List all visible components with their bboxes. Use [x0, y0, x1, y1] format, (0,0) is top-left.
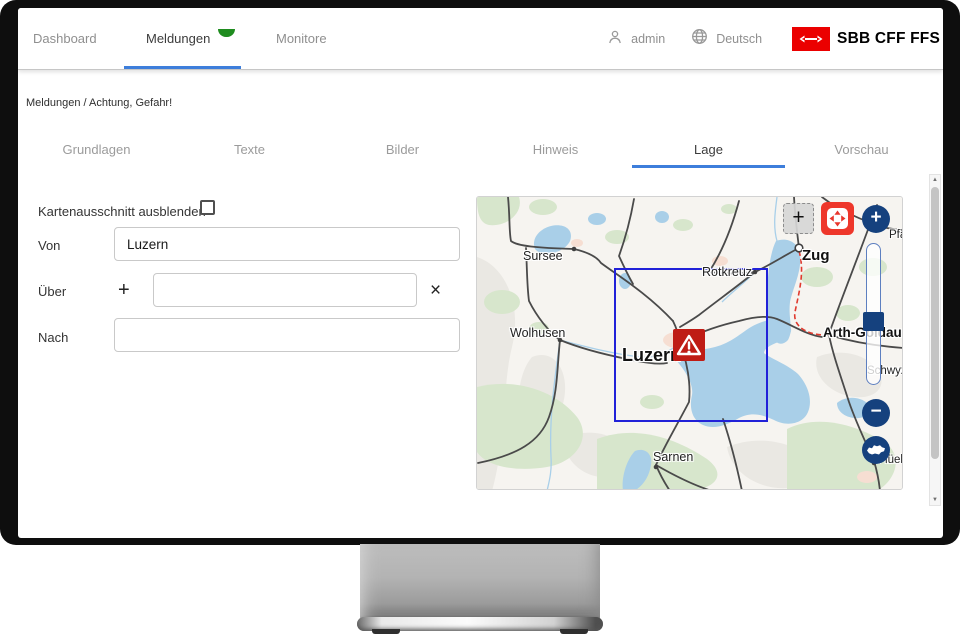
map-label-sarnen: Sarnen	[653, 450, 693, 464]
warning-marker-icon[interactable]	[673, 329, 705, 361]
monitor-foot-left	[372, 629, 400, 634]
scrollbar-down-arrow[interactable]: ▼	[930, 497, 940, 503]
clear-via-button[interactable]: ×	[430, 281, 441, 300]
switzerland-icon	[866, 443, 886, 457]
nach-input[interactable]	[114, 318, 460, 352]
add-via-button[interactable]: +	[118, 280, 130, 300]
tab-vorschau[interactable]: Vorschau	[785, 135, 938, 168]
page-scrollbar[interactable]: ▲ ▼	[929, 174, 941, 506]
tab-lage[interactable]: Lage	[632, 135, 785, 168]
zoom-out-button[interactable]: −	[862, 399, 890, 427]
monitor-bezel: Dashboard Meldungen Monitore admin Deuts…	[0, 0, 960, 545]
sbb-logo-icon	[792, 27, 830, 51]
von-label: Von	[38, 238, 60, 253]
breadcrumb: Meldungen / Achtung, Gefahr!	[26, 97, 172, 109]
top-navigation: Dashboard Meldungen Monitore admin Deuts…	[18, 8, 943, 70]
map-label-wolhusen: Wolhusen	[510, 326, 565, 340]
monitor-foot-right	[560, 629, 588, 634]
hide-map-label: Kartenausschnitt ausblenden	[38, 204, 206, 219]
zoom-in-button[interactable]: +	[862, 205, 890, 233]
tab-hinweis[interactable]: Hinweis	[479, 135, 632, 168]
language-icon	[691, 28, 708, 50]
ueber-input[interactable]	[153, 273, 417, 307]
monitor-stand	[360, 544, 600, 618]
ueber-label: Über	[38, 284, 66, 299]
nav-item-dashboard[interactable]: Dashboard	[33, 8, 97, 70]
map[interactable]: Sursee Wolhusen Rotkreuz Zug Luzern Arth…	[476, 196, 903, 490]
nav-right-group: admin Deutsch SBB CFF FFS	[607, 8, 940, 70]
user-name[interactable]: admin	[631, 32, 665, 46]
zoom-slider-handle[interactable]	[863, 312, 884, 331]
scrollbar-thumb[interactable]	[931, 187, 939, 459]
tabs-bar: Grundlagen Texte Bilder Hinweis Lage Vor…	[20, 135, 938, 168]
von-input[interactable]	[114, 227, 460, 261]
zoom-slider[interactable]	[866, 243, 881, 385]
meldungen-badge	[218, 29, 235, 37]
scrollbar-up-arrow[interactable]: ▲	[930, 177, 940, 183]
screen: Dashboard Meldungen Monitore admin Deuts…	[18, 8, 943, 538]
user-icon	[607, 29, 623, 50]
active-nav-underline	[124, 66, 241, 69]
tab-texte[interactable]: Texte	[173, 135, 326, 168]
language-selector[interactable]: Deutsch	[716, 32, 762, 46]
map-label-zug: Zug	[802, 247, 830, 264]
nach-label: Nach	[38, 330, 68, 345]
hide-map-checkbox[interactable]	[200, 200, 215, 215]
tab-grundlagen[interactable]: Grundlagen	[20, 135, 173, 168]
pan-arrows-icon	[827, 208, 848, 229]
tab-bilder[interactable]: Bilder	[326, 135, 479, 168]
nav-item-meldungen[interactable]: Meldungen	[146, 8, 210, 70]
pan-tool-button[interactable]	[821, 202, 854, 235]
nav-item-monitore[interactable]: Monitore	[276, 8, 327, 70]
map-label-sursee: Sursee	[523, 249, 563, 263]
draw-extent-button[interactable]: +	[783, 203, 814, 234]
brand-text: SBB CFF FFS	[837, 30, 940, 48]
map-label-pfaeffikon: Pfäffikon	[889, 229, 903, 241]
home-extent-button[interactable]	[862, 436, 890, 464]
map-label-rotkreuz: Rotkreuz	[702, 265, 752, 279]
